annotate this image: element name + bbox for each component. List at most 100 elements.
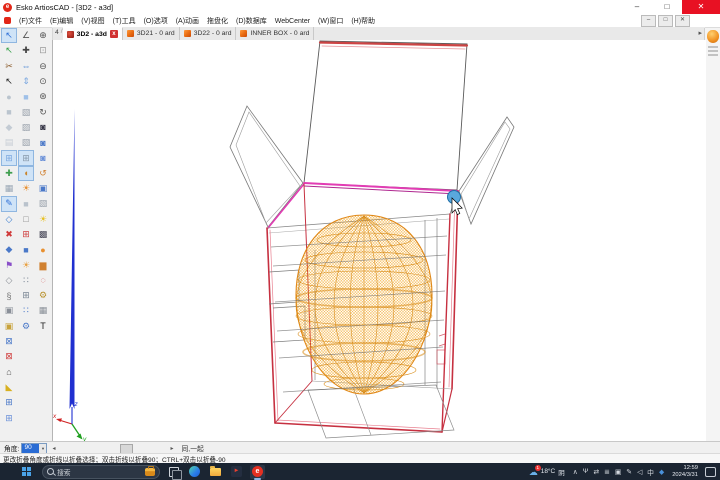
kite-tool[interactable]: ◇ (1, 273, 17, 288)
select-3d-tool[interactable]: ↖ (1, 28, 17, 43)
tab-3d2[interactable]: 3D2 - a3dx (63, 27, 123, 40)
zoom-fit-tool[interactable]: ⊛ (35, 89, 51, 104)
section-tool[interactable]: ◌ (35, 273, 51, 288)
angle-slider-left-arrow[interactable]: ◂ (52, 445, 55, 452)
fold-wand-tool[interactable]: ✎ (1, 196, 17, 211)
move-xy-tool[interactable]: ⇔ (18, 59, 34, 74)
ghost-solid-tool[interactable]: ◆ (1, 120, 17, 135)
speaker-icon[interactable]: ◁ (637, 468, 642, 476)
add-text-tool[interactable]: T (35, 319, 51, 334)
tab-3d22[interactable]: 3D22 - 0 ard (180, 27, 237, 40)
export-grid-tool[interactable]: ▦ (35, 303, 51, 318)
red-wire-cube-tool[interactable]: ⊞ (18, 227, 34, 242)
zoom-window-tool[interactable]: ⊡ (35, 43, 51, 58)
outline-cube-tool[interactable]: □ (18, 212, 34, 227)
taskbar-clock[interactable]: 12:59 2024/3/31 (672, 465, 698, 479)
fold-angle-tool[interactable]: ◖ (18, 166, 34, 181)
camera-iso-tool[interactable]: ◙ (35, 135, 51, 150)
media-bars-icon[interactable]: ≣ (604, 468, 610, 476)
edge-browser-icon[interactable] (187, 465, 202, 479)
dock-button-3[interactable] (708, 54, 718, 56)
lamp-tool[interactable]: ⌂ (1, 365, 17, 380)
stamp-remove-tool[interactable]: ⊠ (1, 334, 17, 349)
mdi-close-button[interactable]: ✕ (675, 15, 690, 27)
orbit-tool[interactable]: ↻ (35, 104, 51, 119)
stamp-gold-tool[interactable]: ▣ (1, 319, 17, 334)
shadow-cube-tool[interactable]: ▧ (35, 196, 51, 211)
zoom-out-tool[interactable]: ⊖ (35, 59, 51, 74)
menu-window[interactable]: (W)窗口 (314, 18, 347, 25)
point-move-tool[interactable]: ✚ (18, 43, 34, 58)
briefcase-icon[interactable] (145, 468, 155, 476)
machine-gear-tool[interactable]: ⚙ (35, 288, 51, 303)
light-source-tool[interactable]: ☀ (35, 212, 51, 227)
task-view-button[interactable] (166, 465, 181, 479)
cubes-pair-tool[interactable]: ∷ (18, 303, 34, 318)
sync-arrows-icon[interactable]: ⇄ (593, 468, 599, 476)
tab-innerbox[interactable]: INNER BOX - 0 ard (236, 27, 314, 40)
cross-diamond-tool[interactable]: ◆ (1, 242, 17, 257)
close-button[interactable]: ✕ (682, 0, 720, 14)
menu-database[interactable]: (D)数据库 (232, 18, 271, 25)
tab-close-icon[interactable]: x (110, 30, 118, 38)
menu-help[interactable]: (H)帮助 (347, 18, 379, 25)
ime-icon[interactable]: 中 (647, 467, 654, 477)
angle-slider-track[interactable] (58, 444, 166, 452)
menu-palletization[interactable]: 拖盘化 (203, 18, 232, 25)
mdi-minimize-button[interactable]: – (641, 15, 656, 27)
render-view-tool[interactable]: ☀ (18, 181, 34, 196)
menu-file[interactable]: (F)文件 (15, 18, 46, 25)
dock-button-1[interactable] (708, 46, 718, 48)
camera-tray-icon[interactable]: ▣ (615, 468, 621, 476)
delete-wire-tool[interactable]: ✖ (1, 227, 17, 242)
menu-tools[interactable]: (T)工具 (109, 18, 140, 25)
frame-tool[interactable]: ▣ (35, 181, 51, 196)
knife-tool[interactable]: ✂ (1, 59, 17, 74)
menu-edit[interactable]: (E)编辑 (46, 18, 77, 25)
undo-view-tool[interactable]: ↺ (35, 166, 51, 181)
cube-wire-view[interactable]: ⊞ (18, 150, 34, 165)
chevron-down-icon[interactable]: ▾ (39, 444, 46, 453)
ghost-panels-tool[interactable]: ▤ (1, 135, 17, 150)
tab-3d21[interactable]: 3D21 - 0 ard (123, 27, 180, 40)
wire-diamond-tool[interactable]: ◇ (1, 212, 17, 227)
cube-view-2[interactable]: ▨ (18, 120, 34, 135)
pick-edge-tool[interactable]: ↖ (1, 74, 17, 89)
zoom-in-tool[interactable]: ⊕ (35, 28, 51, 43)
menu-webcenter[interactable]: WebCenter (271, 18, 314, 25)
dimension-tool[interactable]: ∠ (18, 28, 34, 43)
cube-view-1[interactable]: ▧ (18, 104, 34, 119)
mdi-restore-button[interactable]: □ (658, 15, 673, 27)
fold-angle-combobox[interactable]: 90 ▾ (21, 443, 47, 454)
pen-tray-icon[interactable]: ✎ (626, 468, 632, 476)
minimize-button[interactable]: – (622, 0, 652, 14)
blue-cube-tool[interactable]: ■ (18, 242, 34, 257)
panes-tool[interactable]: ▦ (1, 181, 17, 196)
stamp-delete-tool[interactable]: ⊠ (1, 349, 17, 364)
media-player-icon[interactable]: ► (229, 465, 244, 479)
solid-cube-tool[interactable]: ■ (18, 196, 34, 211)
select-designs-tool[interactable]: ↖ (1, 43, 17, 58)
dock-button-2[interactable] (708, 50, 718, 52)
move-xyz-tool[interactable]: ⇕ (18, 74, 34, 89)
cube-front-view[interactable]: ■ (18, 89, 34, 104)
weather-widget[interactable]: ☁ 1 18°C 阴 (529, 467, 565, 477)
menu-animation[interactable]: (A)动画 (172, 18, 203, 25)
wireframe-cube2-tool[interactable]: ⊞ (1, 410, 17, 425)
artioscad-taskbar-icon[interactable]: e (250, 465, 265, 479)
maximize-button[interactable]: □ (652, 0, 682, 14)
cubes-gear-tool[interactable]: ⚙ (18, 319, 34, 334)
tray-tool[interactable]: ✚ (1, 166, 17, 181)
cubes-group-tool[interactable]: ⊞ (18, 288, 34, 303)
ghost-cube-tool[interactable]: ■ (1, 104, 17, 119)
cube-view-3[interactable]: ▧ (18, 135, 34, 150)
menu-options[interactable]: (O)选项 (140, 18, 172, 25)
chevron-up-icon[interactable]: ∧ (573, 468, 578, 476)
photo-render-tool[interactable]: ☀ (18, 257, 34, 272)
notification-icon[interactable] (705, 467, 716, 477)
start-button[interactable] (22, 467, 31, 476)
xray-view-tool[interactable]: ▩ (35, 227, 51, 242)
flag-tool[interactable]: ⚑ (1, 257, 17, 272)
cube-pair-tool[interactable]: ⊞ (1, 150, 17, 165)
ball-render-tool[interactable]: ● (35, 242, 51, 257)
